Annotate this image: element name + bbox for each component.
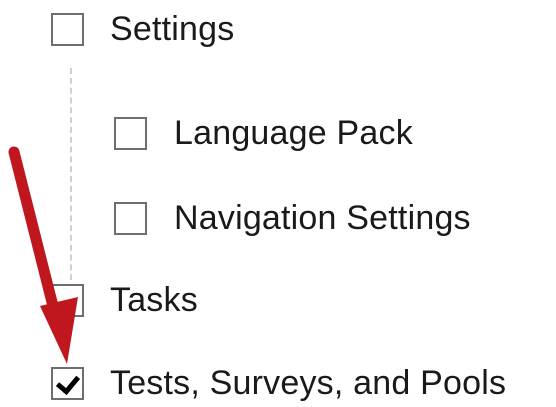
annotation-arrow-shaft bbox=[8, 146, 62, 324]
annotation-arrow-head bbox=[40, 297, 78, 364]
annotation-arrow bbox=[8, 146, 78, 364]
